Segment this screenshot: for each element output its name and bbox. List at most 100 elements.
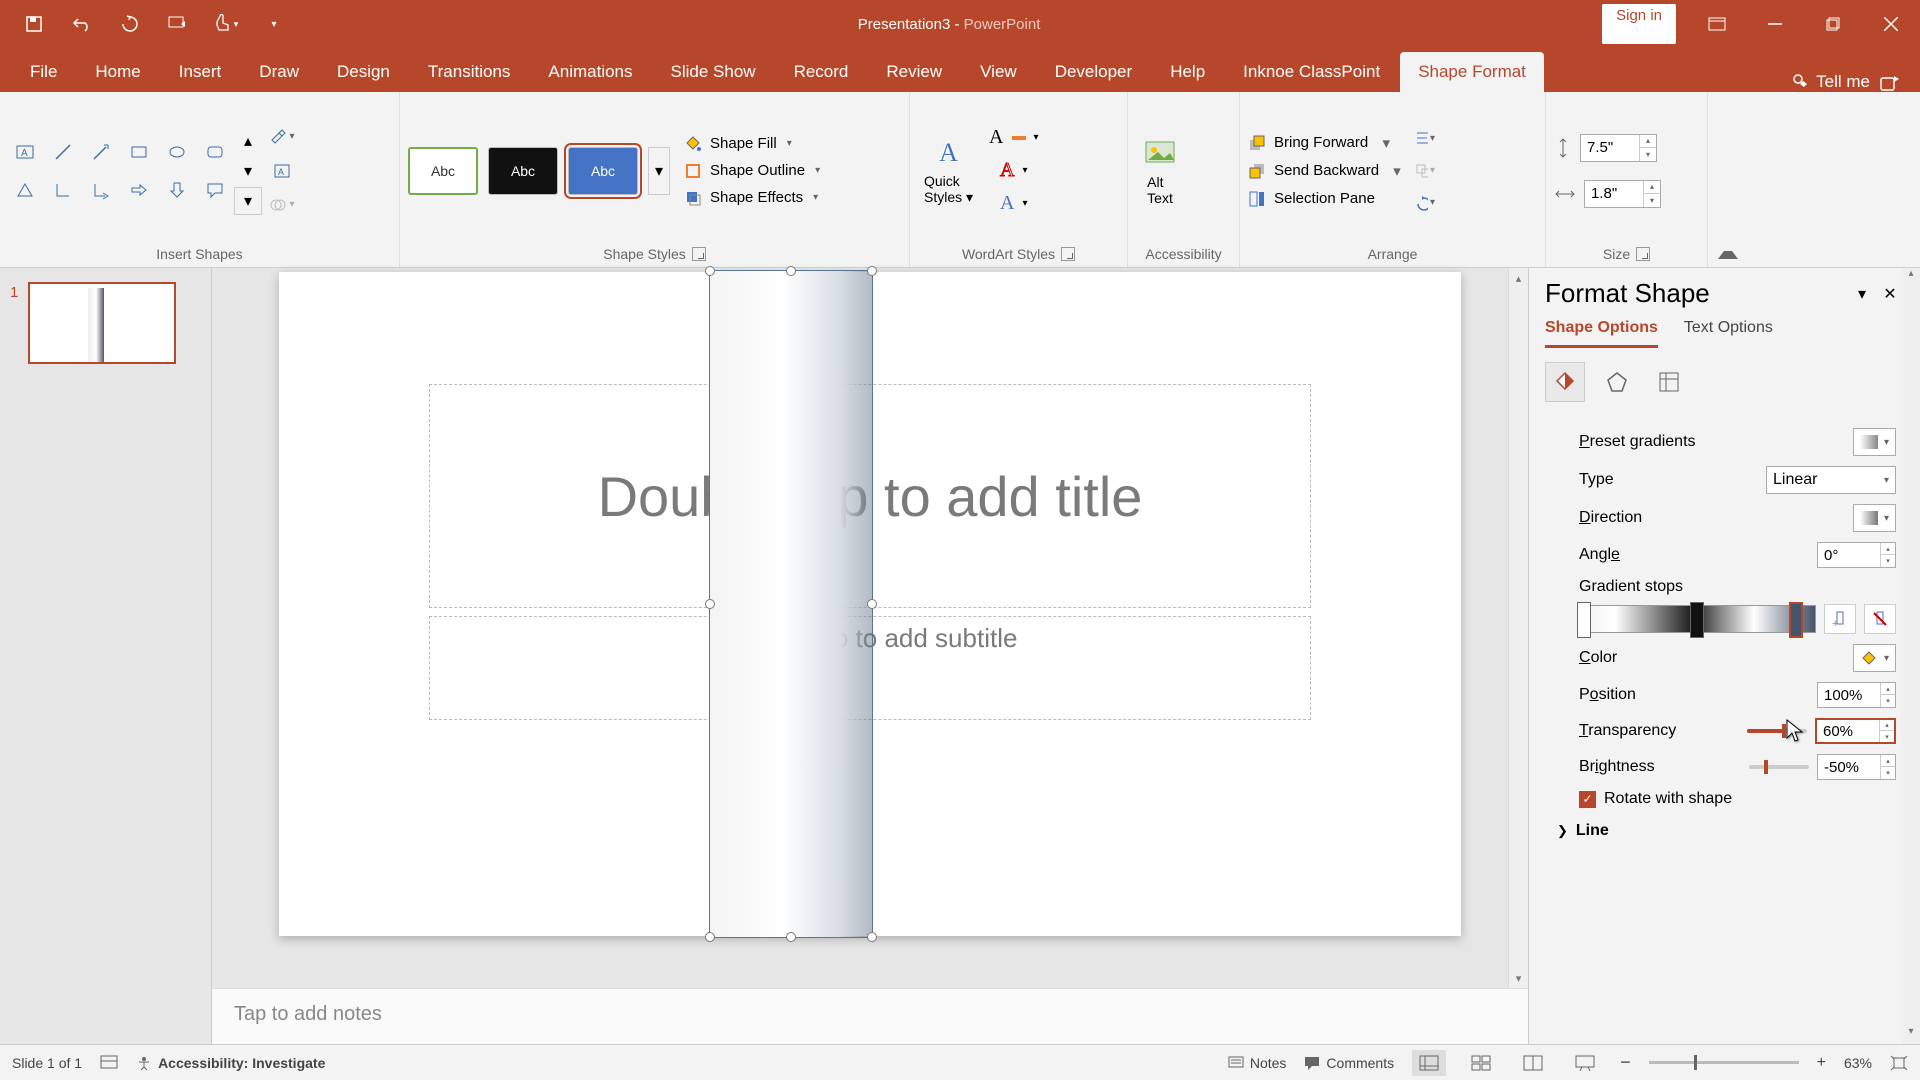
triangle-icon[interactable] [8, 173, 42, 207]
rotate-button[interactable] [1415, 193, 1435, 213]
elbow-icon[interactable] [46, 173, 80, 207]
tab-review[interactable]: Review [868, 52, 960, 92]
shape-styles-launcher[interactable] [692, 247, 706, 261]
width-up[interactable]: ▴ [1644, 181, 1660, 194]
line-icon[interactable] [46, 135, 80, 169]
start-from-beginning-icon[interactable] [156, 4, 200, 44]
height-input[interactable]: ▴▾ [1580, 134, 1657, 162]
signin-button[interactable]: Sign in [1602, 4, 1676, 44]
transparency-input[interactable]: ▴▾ [1815, 718, 1896, 744]
reading-view-icon[interactable] [1516, 1050, 1550, 1076]
tab-transitions[interactable]: Transitions [410, 52, 529, 92]
transparency-slider[interactable] [1747, 729, 1807, 733]
tab-design[interactable]: Design [319, 52, 408, 92]
tab-insert[interactable]: Insert [161, 52, 240, 92]
block-arrow-icon[interactable] [122, 173, 156, 207]
text-fill-button[interactable]: A▾ [989, 126, 1038, 149]
type-combo[interactable]: Linear▾ [1766, 466, 1896, 494]
notes-placeholder[interactable]: Tap to add notes [212, 988, 1528, 1044]
shape-fill-button[interactable]: Shape Fill [684, 135, 820, 153]
remove-gradient-stop-icon[interactable] [1864, 604, 1896, 634]
width-input[interactable]: ▴▾ [1584, 180, 1661, 208]
brightness-input[interactable]: ▴▾ [1817, 754, 1896, 780]
group-button[interactable] [1415, 161, 1435, 181]
pane-scrollbar[interactable]: ▴ ▾ [1902, 268, 1920, 1044]
pane-options-icon[interactable]: ▾ [1848, 280, 1876, 308]
height-down[interactable]: ▾ [1640, 148, 1656, 161]
quick-styles-button[interactable]: A QuickStyles ▾ [918, 131, 979, 210]
elbow-arrow-icon[interactable] [84, 173, 118, 207]
angle-input[interactable]: ▴▾ [1817, 542, 1896, 568]
height-up[interactable]: ▴ [1640, 135, 1656, 148]
shapes-gallery[interactable]: A [8, 135, 232, 207]
zoom-out-icon[interactable]: − [1620, 1052, 1631, 1073]
tab-view[interactable]: View [962, 52, 1035, 92]
qat-customize-icon[interactable]: ▾ [252, 4, 296, 44]
pane-close-icon[interactable]: ✕ [1876, 280, 1904, 308]
color-combo[interactable]: ▾ [1853, 644, 1896, 672]
gallery-more[interactable]: ▾ [234, 187, 262, 215]
style-3[interactable]: Abc [568, 147, 638, 195]
rect-icon[interactable] [122, 135, 156, 169]
tab-record[interactable]: Record [776, 52, 867, 92]
add-gradient-stop-icon[interactable]: + [1824, 604, 1856, 634]
arrow-line-icon[interactable] [84, 135, 118, 169]
style-2[interactable]: Abc [488, 147, 558, 195]
tab-developer[interactable]: Developer [1037, 52, 1151, 92]
edit-shape-icon[interactable] [268, 123, 296, 151]
vertical-scrollbar[interactable]: ▴ ▾ [1508, 268, 1528, 988]
zoom-level[interactable]: 63% [1844, 1055, 1872, 1071]
zoom-in-icon[interactable]: + [1817, 1054, 1826, 1072]
wordart-launcher[interactable] [1061, 247, 1075, 261]
ribbon-display-icon[interactable] [1688, 4, 1746, 44]
size-launcher[interactable] [1636, 247, 1650, 261]
style-gallery[interactable]: Abc Abc Abc ▾ [408, 147, 670, 195]
zoom-slider[interactable] [1649, 1061, 1799, 1064]
slide-canvas[interactable]: Double tap to add title Double tap to ad… [279, 272, 1461, 936]
resize-handle[interactable] [867, 599, 877, 609]
tab-shape-options[interactable]: Shape Options [1545, 319, 1658, 348]
line-section[interactable]: ❯ Line [1557, 822, 1902, 840]
resize-handle[interactable] [705, 266, 715, 276]
slideshow-view-icon[interactable] [1568, 1050, 1602, 1076]
scroll-up[interactable]: ▴ [1509, 268, 1528, 288]
scroll-down[interactable]: ▾ [1509, 968, 1528, 988]
tell-me-button[interactable]: Tell me [1790, 72, 1870, 92]
sorter-view-icon[interactable] [1464, 1050, 1498, 1076]
comments-button[interactable]: Comments [1304, 1055, 1394, 1071]
minimize-icon[interactable] [1746, 4, 1804, 44]
gallery-scroll-down[interactable]: ▾ [234, 157, 262, 185]
shape-effects-button[interactable]: Shape Effects [684, 189, 820, 207]
redo-icon[interactable] [108, 4, 152, 44]
language-icon[interactable] [100, 1055, 118, 1071]
tab-slideshow[interactable]: Slide Show [653, 52, 774, 92]
touch-mode-icon[interactable]: ▾ [204, 4, 248, 44]
save-icon[interactable] [12, 4, 56, 44]
callout-icon[interactable] [198, 173, 232, 207]
notes-button[interactable]: Notes [1228, 1055, 1287, 1071]
draw-textbox-icon[interactable]: A [268, 157, 296, 185]
selected-shape[interactable] [709, 270, 873, 938]
resize-handle[interactable] [786, 932, 796, 942]
resize-handle[interactable] [705, 932, 715, 942]
send-backward-button[interactable]: Send Backward▾ [1248, 162, 1407, 180]
tab-home[interactable]: Home [77, 52, 158, 92]
gradient-stop[interactable] [1690, 602, 1704, 638]
textbox-icon[interactable]: A [8, 135, 42, 169]
effects-icon[interactable] [1597, 362, 1637, 402]
slide-thumbnail-1[interactable] [28, 282, 176, 364]
shape-outline-button[interactable]: Shape Outline [684, 162, 820, 180]
fill-line-icon[interactable] [1545, 362, 1585, 402]
alt-text-button[interactable]: AltText [1136, 132, 1184, 210]
tab-shape-format[interactable]: Shape Format [1400, 52, 1544, 92]
tab-help[interactable]: Help [1152, 52, 1223, 92]
gradient-stops-track[interactable] [1579, 605, 1816, 633]
rounded-rect-icon[interactable] [198, 135, 232, 169]
tab-text-options[interactable]: Text Options [1684, 319, 1773, 348]
normal-view-icon[interactable] [1412, 1050, 1446, 1076]
style-gallery-more[interactable]: ▾ [648, 147, 670, 195]
position-input[interactable]: ▴▾ [1817, 682, 1896, 708]
share-icon[interactable] [1880, 73, 1900, 91]
undo-icon[interactable] [60, 4, 104, 44]
preset-gradients-combo[interactable]: ▾ [1853, 428, 1896, 456]
